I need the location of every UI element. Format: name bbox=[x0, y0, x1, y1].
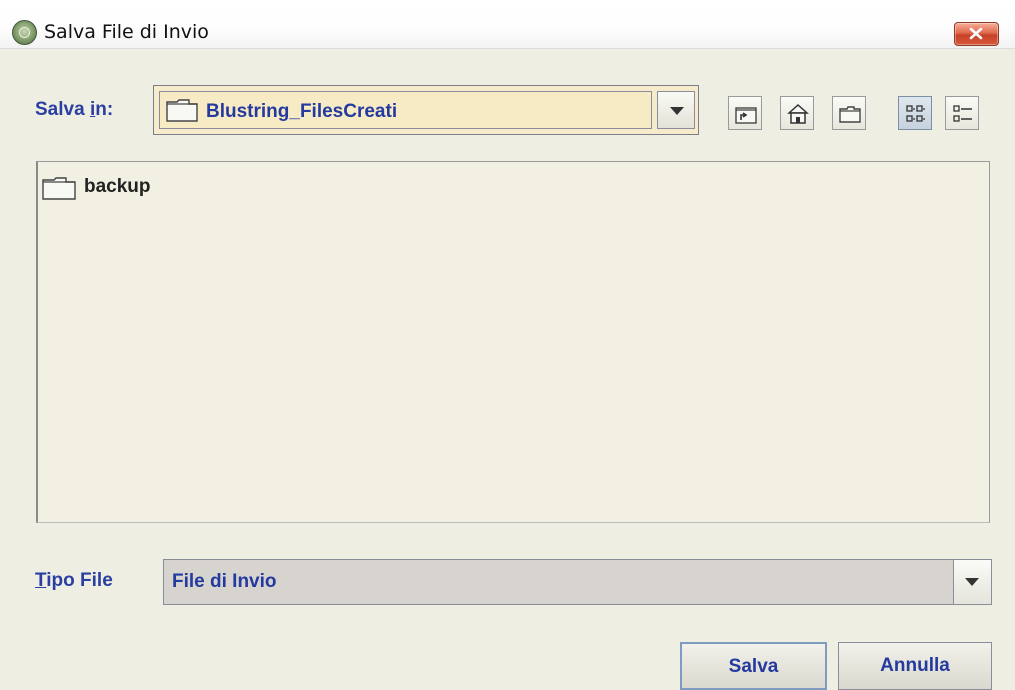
save-in-value: Blustring_FilesCreati bbox=[206, 101, 398, 122]
home-icon bbox=[787, 103, 809, 124]
list-view-icon bbox=[906, 105, 925, 122]
file-type-dropdown-button[interactable] bbox=[953, 560, 991, 604]
home-button[interactable] bbox=[780, 96, 814, 130]
emblem-icon bbox=[12, 20, 37, 45]
up-folder-icon bbox=[735, 107, 757, 124]
save-in-dropdown-button[interactable] bbox=[657, 91, 695, 129]
save-button[interactable]: Salva bbox=[680, 642, 827, 690]
chevron-down-icon bbox=[965, 578, 979, 586]
file-type-value: File di Invio bbox=[172, 571, 277, 592]
folder-icon bbox=[42, 177, 76, 200]
cancel-button[interactable]: Annulla bbox=[838, 642, 992, 690]
up-one-level-button[interactable] bbox=[728, 96, 762, 130]
file-type-combobox[interactable]: File di Invio bbox=[163, 559, 992, 605]
file-type-label: Tipo File bbox=[35, 570, 113, 591]
window-title: Salva File di Invio bbox=[44, 21, 209, 43]
list-view-button[interactable] bbox=[898, 96, 932, 130]
folder-icon bbox=[166, 99, 198, 122]
save-in-combobox[interactable]: Blustring_FilesCreati bbox=[153, 85, 699, 135]
close-icon bbox=[969, 27, 983, 40]
title-bar[interactable]: Salva File di Invio bbox=[0, 0, 1015, 49]
file-name: backup bbox=[84, 176, 151, 197]
new-folder-icon bbox=[839, 106, 861, 123]
details-view-icon bbox=[953, 105, 972, 122]
new-folder-button[interactable] bbox=[832, 96, 866, 130]
save-in-label: Salva in: bbox=[35, 99, 114, 120]
details-view-button[interactable] bbox=[945, 96, 979, 130]
close-button[interactable] bbox=[954, 22, 999, 46]
save-in-value-box[interactable]: Blustring_FilesCreati bbox=[159, 91, 652, 129]
file-list-pane[interactable]: backup bbox=[36, 161, 990, 523]
chevron-down-icon bbox=[670, 107, 684, 115]
